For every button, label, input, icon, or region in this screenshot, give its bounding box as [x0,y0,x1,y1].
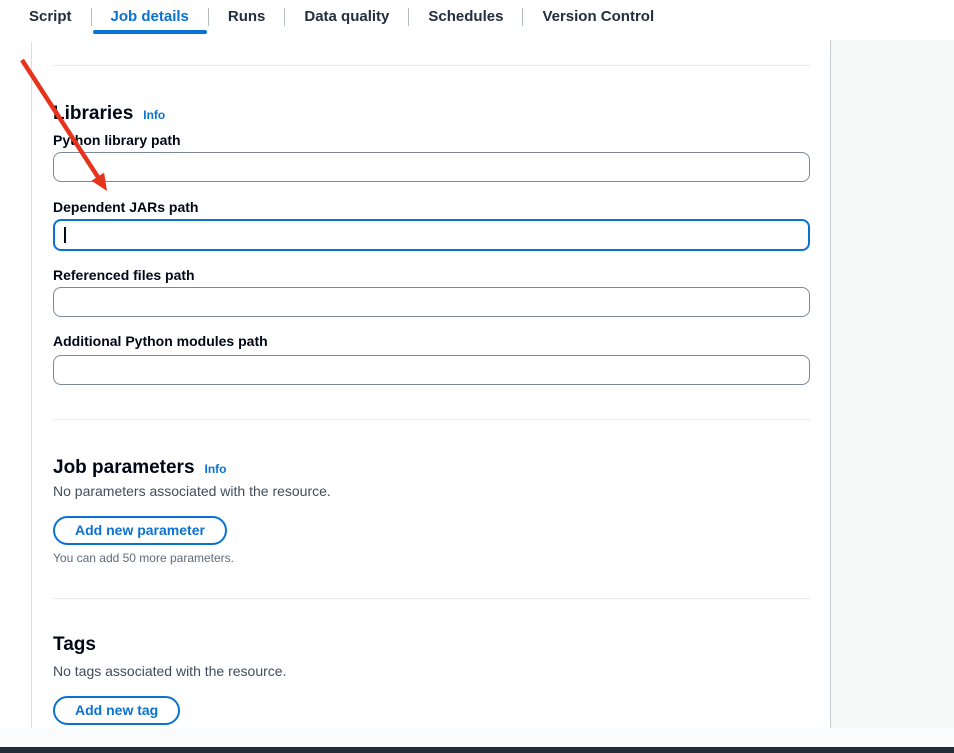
referenced-files-path-input[interactable] [53,287,810,317]
tab-version-control[interactable]: Version Control [523,0,673,34]
bottom-window-edge [0,747,954,753]
libraries-title: Libraries [53,102,133,125]
panel-right-border [830,40,831,728]
job-parameters-title: Job parameters [53,456,195,479]
additional-python-modules-path-input[interactable] [53,355,810,385]
tab-job-details[interactable]: Job details [92,0,208,34]
dependent-jars-path-input[interactable] [53,219,810,251]
section-divider [53,419,810,420]
section-divider [53,65,810,66]
job-parameters-hint: You can add 50 more parameters. [53,551,810,565]
job-parameters-section-header: Job parameters Info [53,456,810,479]
job-parameters-empty-message: No parameters associated with the resour… [53,483,810,500]
bottom-strip [0,728,954,747]
python-library-path-label: Python library path [53,132,810,148]
tab-runs[interactable]: Runs [209,0,285,34]
tab-data-quality[interactable]: Data quality [285,0,408,34]
add-new-tag-button[interactable]: Add new tag [53,696,180,725]
tab-bar: Script Job details Runs Data quality Sch… [0,0,954,40]
panel-left-border [31,42,32,728]
tags-title: Tags [53,633,96,656]
tags-empty-message: No tags associated with the resource. [53,663,810,680]
dependent-jars-path-input-wrap [53,219,810,251]
tags-section-header: Tags [53,633,810,656]
libraries-section-header: Libraries Info [53,102,810,125]
section-divider [53,598,810,599]
add-new-parameter-button[interactable]: Add new parameter [53,516,227,545]
job-parameters-info-link[interactable]: Info [205,462,227,476]
referenced-files-path-label: Referenced files path [53,267,810,283]
tab-schedules[interactable]: Schedules [409,0,522,34]
libraries-info-link[interactable]: Info [143,108,165,122]
job-details-panel: Libraries Info Python library path Depen… [53,40,810,725]
additional-python-modules-path-label: Additional Python modules path [53,333,810,349]
text-cursor [64,227,66,243]
dependent-jars-path-label: Dependent JARs path [53,199,810,215]
tab-script[interactable]: Script [10,0,91,34]
python-library-path-input[interactable] [53,152,810,182]
page-background-right [831,40,954,728]
